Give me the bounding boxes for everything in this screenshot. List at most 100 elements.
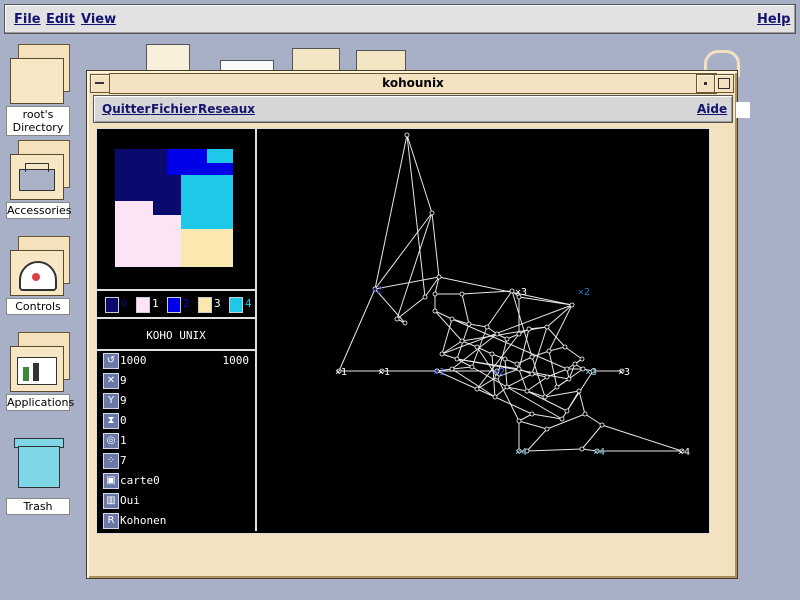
graph-node bbox=[516, 331, 522, 337]
menu-fichier[interactable]: Fichier bbox=[151, 102, 197, 116]
graph-node bbox=[509, 288, 515, 294]
toolbox-icon bbox=[10, 154, 64, 200]
antenna-icon[interactable]: Y bbox=[103, 393, 119, 409]
window-title[interactable]: kohounix bbox=[109, 73, 717, 94]
graph-class-label: ×3 bbox=[515, 287, 527, 298]
graph-class-label: ×3 bbox=[585, 367, 597, 378]
chart-icon bbox=[10, 346, 64, 392]
icon-label: Controls bbox=[6, 298, 70, 315]
graph-node bbox=[576, 388, 582, 394]
graph-node bbox=[542, 394, 548, 400]
parameter-row[interactable]: ▥ Oui bbox=[103, 493, 253, 509]
dots-icon[interactable]: ⁘ bbox=[103, 453, 119, 469]
graph-class-label: ×4 bbox=[678, 447, 690, 458]
icon-label-line2: Directory bbox=[12, 121, 64, 134]
kohonen-map[interactable] bbox=[115, 149, 233, 267]
graph-edge bbox=[506, 373, 533, 388]
graph-node bbox=[546, 348, 552, 354]
graph-node bbox=[526, 326, 532, 332]
graph-node bbox=[432, 308, 438, 314]
legend-swatch-3 bbox=[198, 297, 212, 313]
desktop-icon-controls[interactable]: Controls bbox=[6, 236, 70, 315]
menu-view[interactable]: View bbox=[81, 12, 116, 27]
graph-node bbox=[436, 274, 442, 280]
network-graph[interactable]: ×1 ×1 ×1 ×2 ×2 ×3 ×2 ×3 ×3 ×4 ×4 ×4 bbox=[257, 129, 707, 531]
desktop-icon-trash[interactable]: Trash bbox=[6, 436, 70, 515]
maximize-button[interactable] bbox=[714, 74, 734, 93]
icon-label: Accessories bbox=[6, 202, 72, 219]
menu-file[interactable]: File bbox=[14, 12, 41, 27]
desktop-icon-applications[interactable]: Applications bbox=[6, 332, 74, 411]
graph-edge bbox=[518, 420, 548, 430]
parameter-value: 9 bbox=[120, 374, 127, 387]
graph-node bbox=[514, 361, 520, 367]
background-window-edge bbox=[736, 102, 750, 118]
parameter-value: 1 bbox=[120, 434, 127, 447]
graph-edge bbox=[461, 293, 470, 325]
legend-swatch-2 bbox=[167, 297, 181, 313]
graph-node bbox=[402, 320, 408, 326]
parameter-row[interactable]: ✕ 9 bbox=[103, 373, 253, 389]
hourglass-icon[interactable]: ⧗ bbox=[103, 413, 119, 429]
parameter-row[interactable]: R Kohonen bbox=[103, 513, 253, 529]
map-icon[interactable]: ▣ bbox=[103, 473, 119, 489]
left-panel: 01234 KOHO UNIX ↺ 1000 1000 ✕ 9 Y 9 ⧗ 0 ◎ 1 ⁘ 7 ▣ cart… bbox=[97, 129, 257, 531]
graph-node bbox=[516, 366, 522, 372]
cross-icon[interactable]: ✕ bbox=[103, 373, 119, 389]
graph-edge bbox=[564, 346, 583, 360]
minimize-button[interactable] bbox=[696, 74, 716, 93]
graph-node bbox=[394, 316, 400, 322]
desktop-icon-accessories[interactable]: Accessories bbox=[6, 140, 72, 219]
graph-node bbox=[529, 354, 535, 360]
graph-node bbox=[529, 371, 535, 377]
graph-node bbox=[559, 416, 565, 422]
desktop-icon-root-directory[interactable]: root's Directory bbox=[6, 44, 70, 136]
legend-label-1: 1 bbox=[152, 297, 159, 310]
graph-node bbox=[599, 422, 605, 428]
graph-edge bbox=[531, 326, 548, 375]
legend-label-0: 0 bbox=[121, 297, 128, 310]
parameter-row[interactable]: ◎ 1 bbox=[103, 433, 253, 449]
legend-swatch-0 bbox=[105, 297, 119, 313]
graph-class-label: ×3 bbox=[618, 367, 630, 378]
graph-node bbox=[544, 324, 550, 330]
parameter-value: Kohonen bbox=[120, 514, 167, 527]
menu-reseaux[interactable]: Reseaux bbox=[198, 102, 255, 116]
graph-edge bbox=[526, 448, 583, 452]
parameter-row[interactable]: Y9 bbox=[103, 393, 253, 409]
menu-edit[interactable]: Edit bbox=[46, 12, 75, 27]
graph-node bbox=[569, 302, 575, 308]
graph-edge bbox=[601, 424, 683, 452]
graph-node bbox=[432, 291, 438, 297]
bars-icon[interactable]: ▥ bbox=[103, 493, 119, 509]
window-menu-button[interactable] bbox=[90, 74, 110, 93]
radius-icon[interactable]: ◎ bbox=[103, 433, 119, 449]
parameter-row[interactable]: ⁘ 7 bbox=[103, 453, 253, 469]
graph-edge bbox=[486, 290, 513, 328]
parameter-row[interactable]: ⧗ 0 bbox=[103, 413, 253, 429]
graph-node bbox=[502, 356, 508, 362]
graph-edge bbox=[434, 310, 453, 320]
cycle-icon[interactable]: ↺ bbox=[103, 353, 119, 369]
parameter-row[interactable]: ▣ carte0 bbox=[103, 473, 253, 489]
graph-edge bbox=[406, 134, 433, 214]
graph-node bbox=[459, 291, 465, 297]
graph-node bbox=[564, 408, 570, 414]
menu-help[interactable]: Help bbox=[757, 12, 790, 27]
kohonen-icon[interactable]: R bbox=[103, 513, 119, 529]
graph-node bbox=[504, 384, 510, 390]
graph-node bbox=[492, 394, 498, 400]
parameter-value-max: 1000 bbox=[222, 354, 250, 367]
graph-edge bbox=[546, 413, 586, 430]
graph-edge bbox=[396, 212, 433, 320]
menu-quitter[interactable]: Quitter bbox=[102, 102, 150, 116]
graph-edge bbox=[548, 346, 566, 352]
parameter-row[interactable]: ↺ 1000 1000 bbox=[103, 353, 253, 369]
menu-aide[interactable]: Aide bbox=[697, 102, 727, 116]
parameter-value: 0 bbox=[120, 414, 127, 427]
graph-edge bbox=[461, 290, 513, 295]
graph-node bbox=[554, 384, 560, 390]
graph-node bbox=[494, 331, 500, 337]
graph-node bbox=[429, 210, 435, 216]
graph-node bbox=[459, 338, 465, 344]
